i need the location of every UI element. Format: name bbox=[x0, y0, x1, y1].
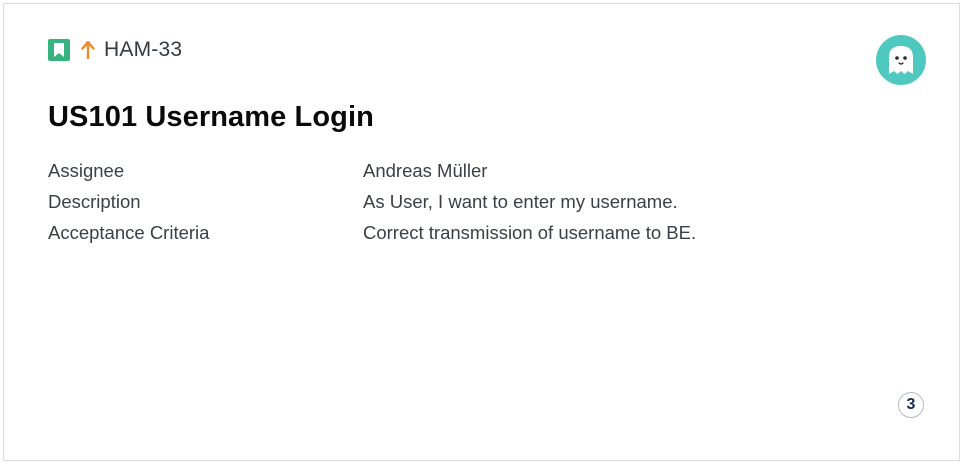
field-label: Acceptance Criteria bbox=[48, 221, 210, 243]
issue-header: HAM-33 bbox=[48, 38, 182, 62]
assignee-avatar[interactable] bbox=[876, 35, 926, 85]
priority-arrow-up-icon bbox=[80, 40, 96, 60]
ghost-avatar-icon bbox=[889, 46, 913, 74]
issue-key-link[interactable]: HAM-33 bbox=[104, 38, 182, 62]
field-label: Description bbox=[48, 190, 141, 212]
field-row-assignee: Assignee Andreas Müller bbox=[48, 155, 868, 186]
story-points-badge: 3 bbox=[898, 392, 924, 418]
field-row-description: Description As User, I want to enter my … bbox=[48, 186, 868, 217]
field-value: Andreas Müller bbox=[363, 159, 488, 181]
field-value: Correct transmission of username to BE. bbox=[363, 221, 697, 243]
issue-fields: Assignee Andreas Müller Description As U… bbox=[48, 155, 868, 248]
field-value: As User, I want to enter my username. bbox=[363, 190, 678, 212]
field-label: Assignee bbox=[48, 159, 125, 181]
issue-title[interactable]: US101 Username Login bbox=[48, 101, 374, 134]
story-bookmark-icon bbox=[48, 39, 70, 61]
field-row-acceptance-criteria: Acceptance Criteria Correct transmission… bbox=[48, 217, 868, 248]
